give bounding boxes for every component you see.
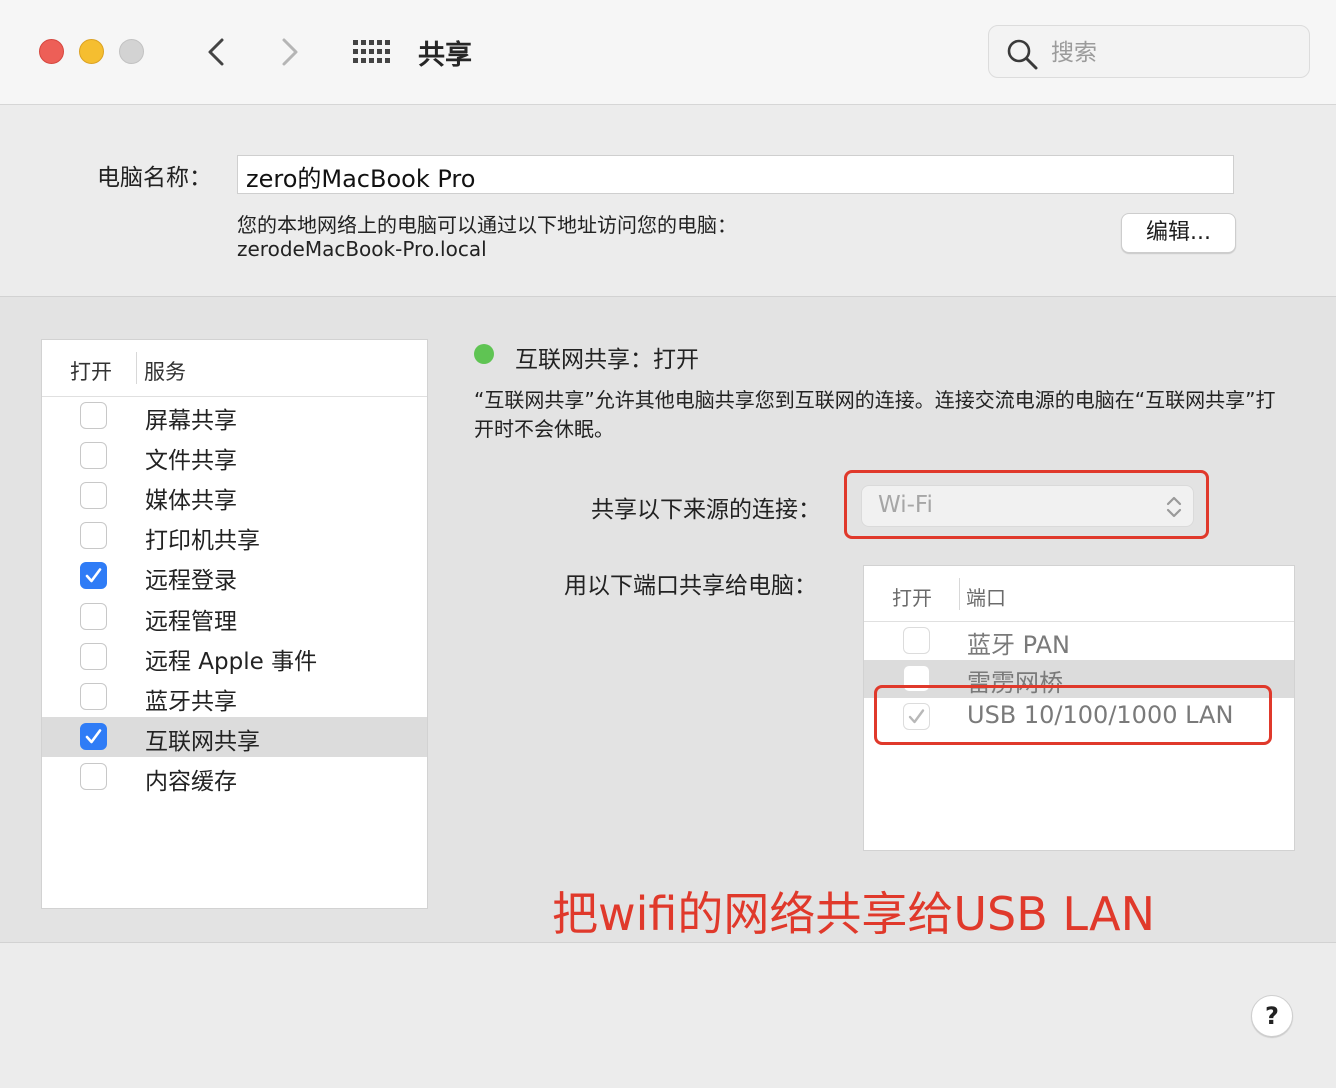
forward-chevron-icon <box>282 38 298 66</box>
service-row[interactable]: 互联网共享 <box>42 716 427 757</box>
ports-column-header-open[interactable]: 打开 <box>892 582 932 611</box>
local-hostname: zerodeMacBook-Pro.local <box>237 237 487 261</box>
service-label: 互联网共享 <box>145 728 260 755</box>
show-all-button[interactable] <box>352 39 390 65</box>
service-description: “互联网共享”允许其他电脑共享您到互联网的连接。连接交流电源的电脑在“互联网共享… <box>474 388 1276 441</box>
annotation-box-source <box>844 470 1209 539</box>
ports-label: 用以下端口共享给电脑： <box>564 573 817 599</box>
annotation-text: 把wifi的网络共享给USB LAN <box>552 887 1155 941</box>
edit-hostname-button[interactable]: 编辑... <box>1121 213 1236 253</box>
ports-column-divider <box>959 578 960 610</box>
service-checkbox[interactable] <box>80 482 107 510</box>
port-label: 蓝牙 PAN <box>967 631 1070 659</box>
column-divider <box>136 352 137 384</box>
close-window-button[interactable] <box>39 39 64 64</box>
checkmark-icon <box>85 568 102 583</box>
service-checkbox[interactable] <box>80 402 107 429</box>
annotation-box-usb-port <box>874 685 1272 745</box>
services-list: 打开 服务 屏幕共享文件共享媒体共享打印机共享远程登录远程管理远程 Apple … <box>41 339 428 909</box>
service-checkbox[interactable] <box>80 442 107 470</box>
checkmark-icon <box>85 728 102 744</box>
service-checkbox[interactable] <box>80 602 107 630</box>
service-row[interactable]: 蓝牙共享 <box>42 677 427 717</box>
service-status: 互联网共享：打开 <box>515 347 699 373</box>
window-title: 共享 <box>418 40 472 71</box>
column-header-open[interactable]: 打开 <box>70 356 112 386</box>
service-row[interactable]: 屏幕共享 <box>42 396 427 436</box>
services-list-header: 打开 服务 <box>42 340 427 397</box>
computer-name-pane <box>0 105 1336 296</box>
help-button[interactable]: ? <box>1251 995 1293 1037</box>
service-label: 屏幕共享 <box>145 408 237 434</box>
service-checkbox[interactable] <box>80 722 107 750</box>
address-description: 您的本地网络上的电脑可以通过以下地址访问您的电脑： <box>237 213 737 237</box>
port-row[interactable]: 蓝牙 PAN <box>864 622 1294 660</box>
service-label: 远程管理 <box>145 608 237 635</box>
service-checkbox[interactable] <box>80 642 107 670</box>
service-checkbox[interactable] <box>80 522 107 550</box>
grid-dots-icon <box>353 40 390 63</box>
service-row[interactable]: 远程登录 <box>42 556 427 596</box>
service-label: 文件共享 <box>145 448 237 475</box>
ports-column-header-port[interactable]: 端口 <box>966 582 1006 611</box>
service-row[interactable]: 打印机共享 <box>42 516 427 556</box>
service-row[interactable]: 远程管理 <box>42 597 427 637</box>
service-row[interactable]: 内容缓存 <box>42 757 427 797</box>
service-label: 蓝牙共享 <box>145 688 237 715</box>
column-header-service[interactable]: 服务 <box>144 356 186 386</box>
service-label: 打印机共享 <box>145 528 260 555</box>
ports-list-header: 打开 端口 <box>864 566 1294 622</box>
back-chevron-icon <box>208 38 224 66</box>
back-button[interactable] <box>200 34 232 70</box>
service-checkbox[interactable] <box>80 762 107 790</box>
minimize-window-button[interactable] <box>79 39 104 64</box>
computer-name-input[interactable]: zero的MacBook Pro <box>237 155 1234 194</box>
source-connection-label: 共享以下来源的连接： <box>591 497 821 523</box>
service-label: 远程 Apple 事件 <box>145 648 318 675</box>
service-checkbox[interactable] <box>80 562 107 590</box>
service-label: 内容缓存 <box>145 768 237 795</box>
service-label: 媒体共享 <box>145 488 237 515</box>
zoom-window-button[interactable] <box>119 39 144 64</box>
search-field[interactable] <box>988 25 1310 78</box>
service-checkbox[interactable] <box>80 682 107 710</box>
window-titlebar: 共享 <box>0 0 1336 105</box>
status-indicator-dot <box>474 344 494 364</box>
computer-name-label: 电脑名称： <box>97 165 212 191</box>
port-checkbox[interactable] <box>903 627 930 654</box>
service-row[interactable]: 文件共享 <box>42 436 427 476</box>
service-label: 远程登录 <box>145 568 237 595</box>
search-icon <box>1007 39 1038 70</box>
forward-button[interactable] <box>274 34 306 70</box>
search-input[interactable] <box>1049 36 1293 70</box>
service-row[interactable]: 媒体共享 <box>42 476 427 516</box>
service-row[interactable]: 远程 Apple 事件 <box>42 637 427 677</box>
